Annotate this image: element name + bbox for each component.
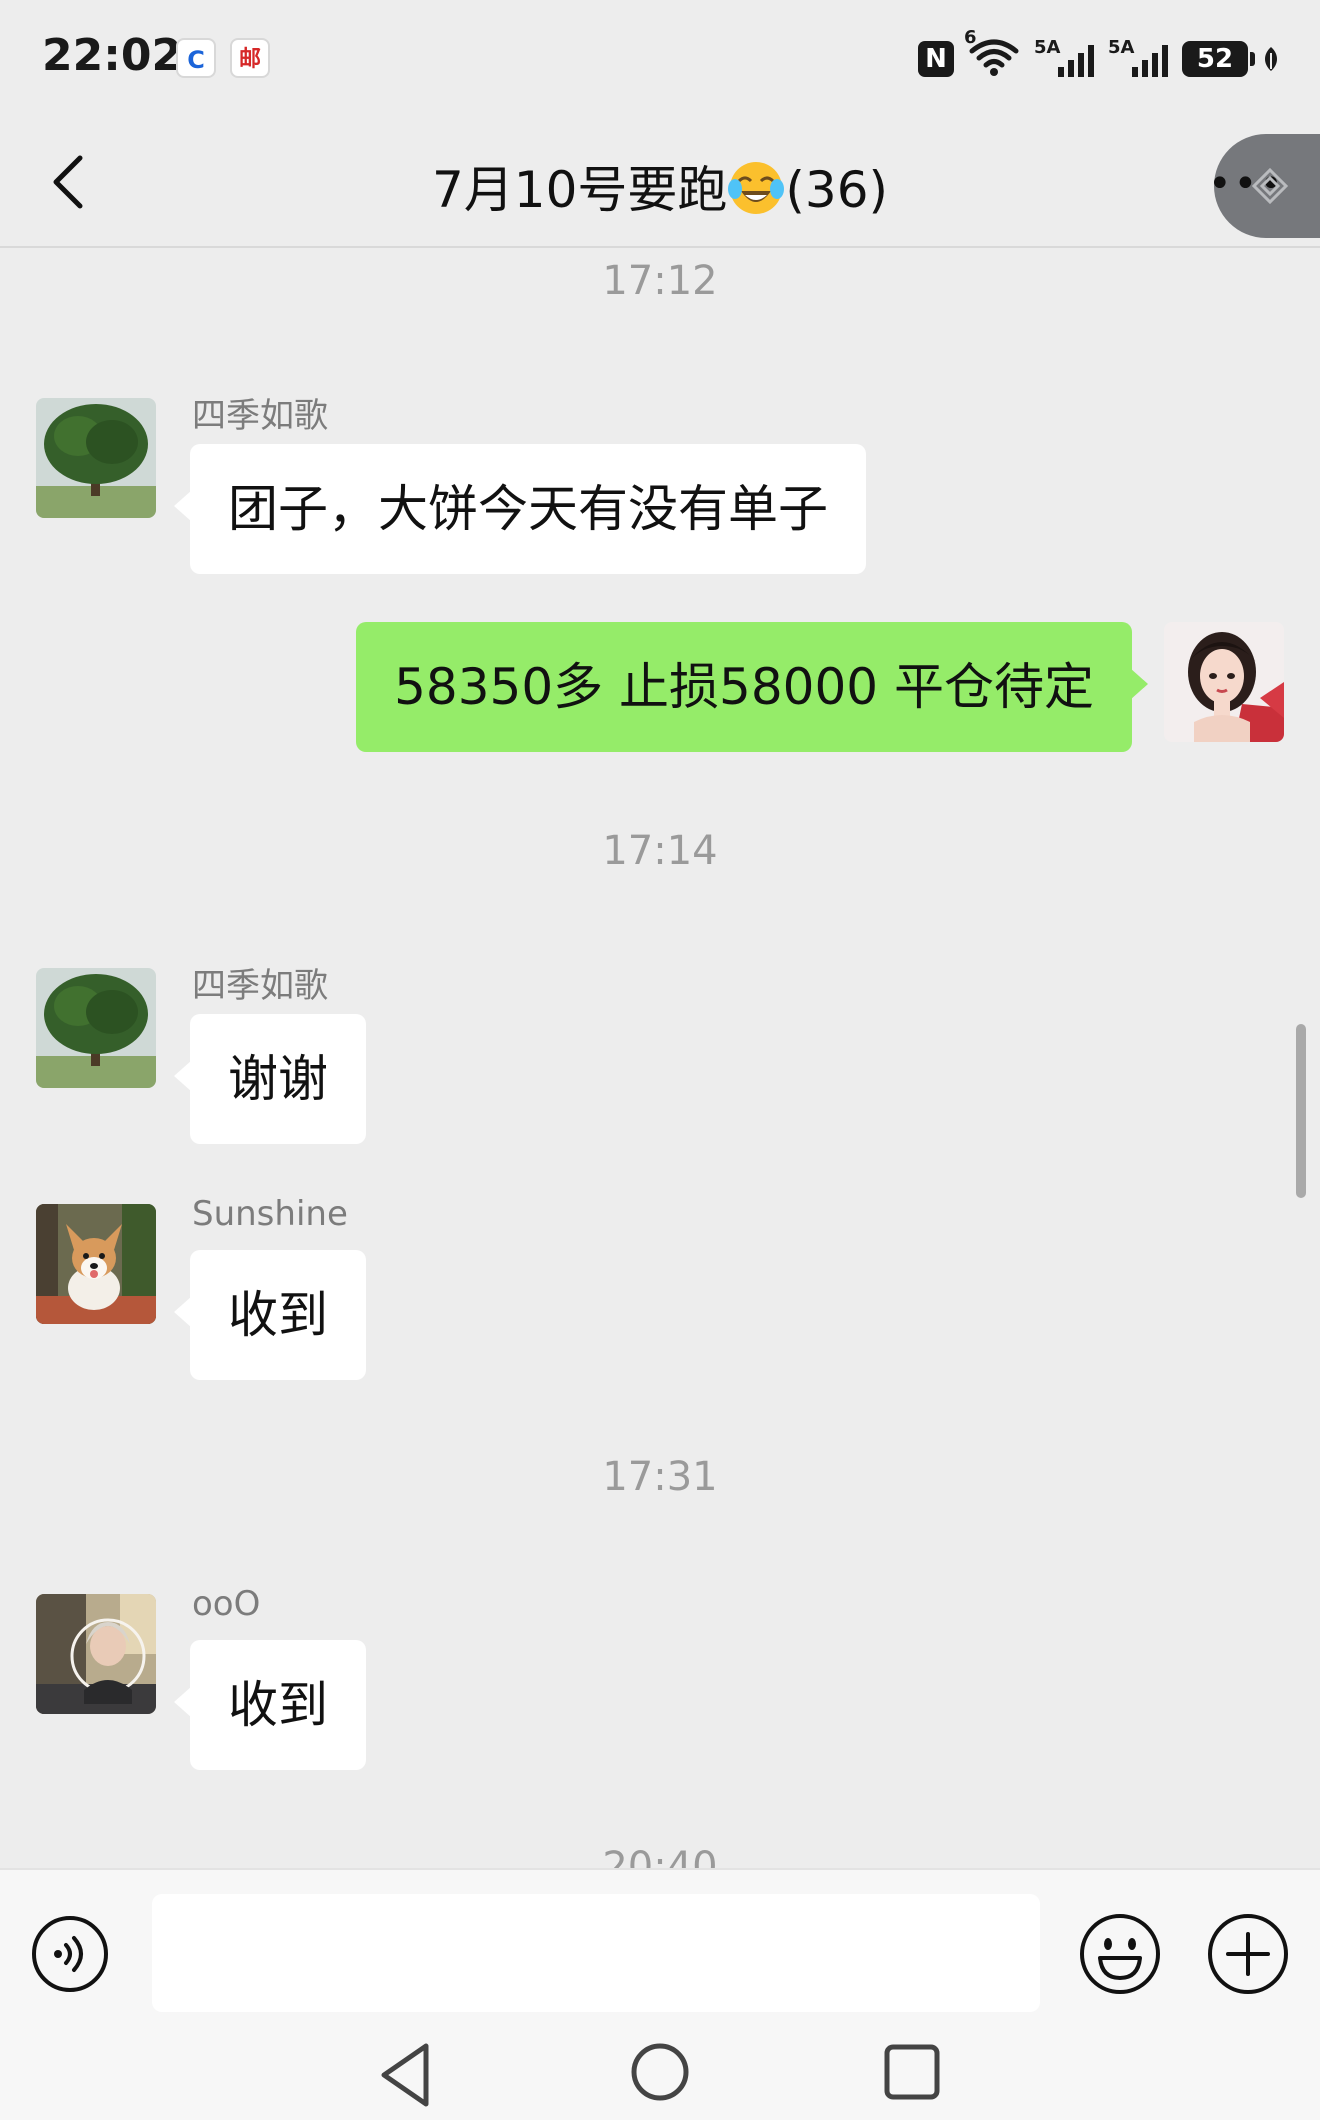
message-bubble[interactable]: 团子，大饼今天有没有单子: [174, 444, 866, 574]
system-back-icon[interactable]: [376, 2040, 436, 2110]
tears-of-joy-emoji-icon: [728, 162, 785, 214]
status-indicators: N 6 5A 5A 52: [918, 27, 1280, 84]
timestamp: 17:12: [602, 258, 718, 304]
leaf-icon: [1265, 47, 1277, 71]
timestamp: 17:31: [602, 1454, 718, 1500]
scroll-indicator[interactable]: [1296, 1024, 1306, 1198]
girl-illustration-avatar[interactable]: [1164, 622, 1284, 742]
sent-message-bubble[interactable]: 58350多 止损58000 平仓待定: [356, 622, 1148, 752]
tree-avatar[interactable]: [36, 968, 156, 1088]
status-bar: 22:02 C 邮 N 6 5A 5A 52: [0, 0, 1320, 120]
status-time: 22:02: [42, 30, 183, 81]
timestamp: 17:14: [602, 828, 718, 874]
battery-icon: 52: [1182, 41, 1255, 77]
plus-icon[interactable]: [1206, 1912, 1290, 1996]
message-input[interactable]: [152, 1894, 1040, 2012]
signal-icon: 5A: [1034, 37, 1094, 77]
signal-tag: 5A: [1108, 37, 1135, 58]
woman-photo-avatar[interactable]: [36, 1594, 156, 1714]
emoji-icon[interactable]: [1078, 1912, 1162, 1996]
more-options-button[interactable]: •••: [1208, 134, 1320, 238]
voice-input-icon[interactable]: [30, 1914, 110, 1994]
red-app-icon: 邮: [230, 38, 270, 78]
sender-name: 四季如歌: [192, 966, 328, 1006]
tree-avatar[interactable]: [36, 398, 156, 518]
chat-header: 7月10号要跑 (36) •••: [0, 120, 1320, 248]
message-bubble[interactable]: 收到: [174, 1640, 366, 1770]
wifi-icon: 6: [964, 27, 1020, 81]
float-diamond-icon: [1252, 168, 1288, 204]
input-bar: [0, 1868, 1320, 2120]
signal-icon: 5A: [1108, 37, 1168, 77]
message-list[interactable]: 17:12 四季如歌 团子，大饼今天有没有单子 58350多 止损58000 平…: [0, 248, 1320, 1868]
sender-name: ooO: [192, 1584, 261, 1624]
signal-tag: 5A: [1034, 37, 1061, 58]
message-bubble[interactable]: 收到: [174, 1250, 366, 1380]
group-name: 7月10号要跑: [431, 161, 728, 219]
wifi-tag: 6: [964, 27, 977, 48]
sender-name: 四季如歌: [192, 396, 328, 436]
blue-circle-app-icon: C: [176, 38, 216, 78]
nfc-icon: N: [918, 41, 954, 77]
message-bubble[interactable]: 谢谢: [174, 1014, 366, 1144]
member-count: (36): [785, 161, 889, 219]
chat-title: 7月10号要跑 (36): [0, 150, 1320, 222]
corgi-avatar[interactable]: [36, 1204, 156, 1324]
sender-name: Sunshine: [192, 1194, 348, 1234]
system-home-icon[interactable]: [630, 2042, 690, 2102]
system-recent-apps-icon[interactable]: [884, 2044, 940, 2100]
timestamp: 20:40: [602, 1844, 718, 1868]
